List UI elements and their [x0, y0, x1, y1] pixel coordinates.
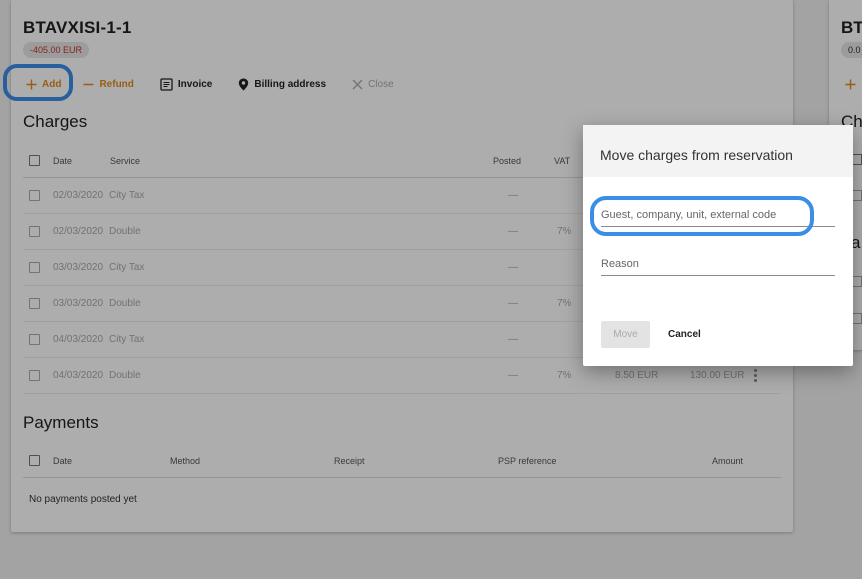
move-button[interactable]: Move: [601, 321, 650, 348]
move-charges-dialog: Move charges from reservation Move Cance…: [583, 125, 853, 366]
target-search-input[interactable]: [601, 206, 835, 226]
reason-field: [601, 254, 835, 276]
dialog-title: Move charges from reservation: [583, 125, 853, 177]
target-search-field: [601, 205, 835, 227]
reason-input[interactable]: [601, 255, 835, 275]
cancel-button[interactable]: Cancel: [660, 321, 709, 348]
